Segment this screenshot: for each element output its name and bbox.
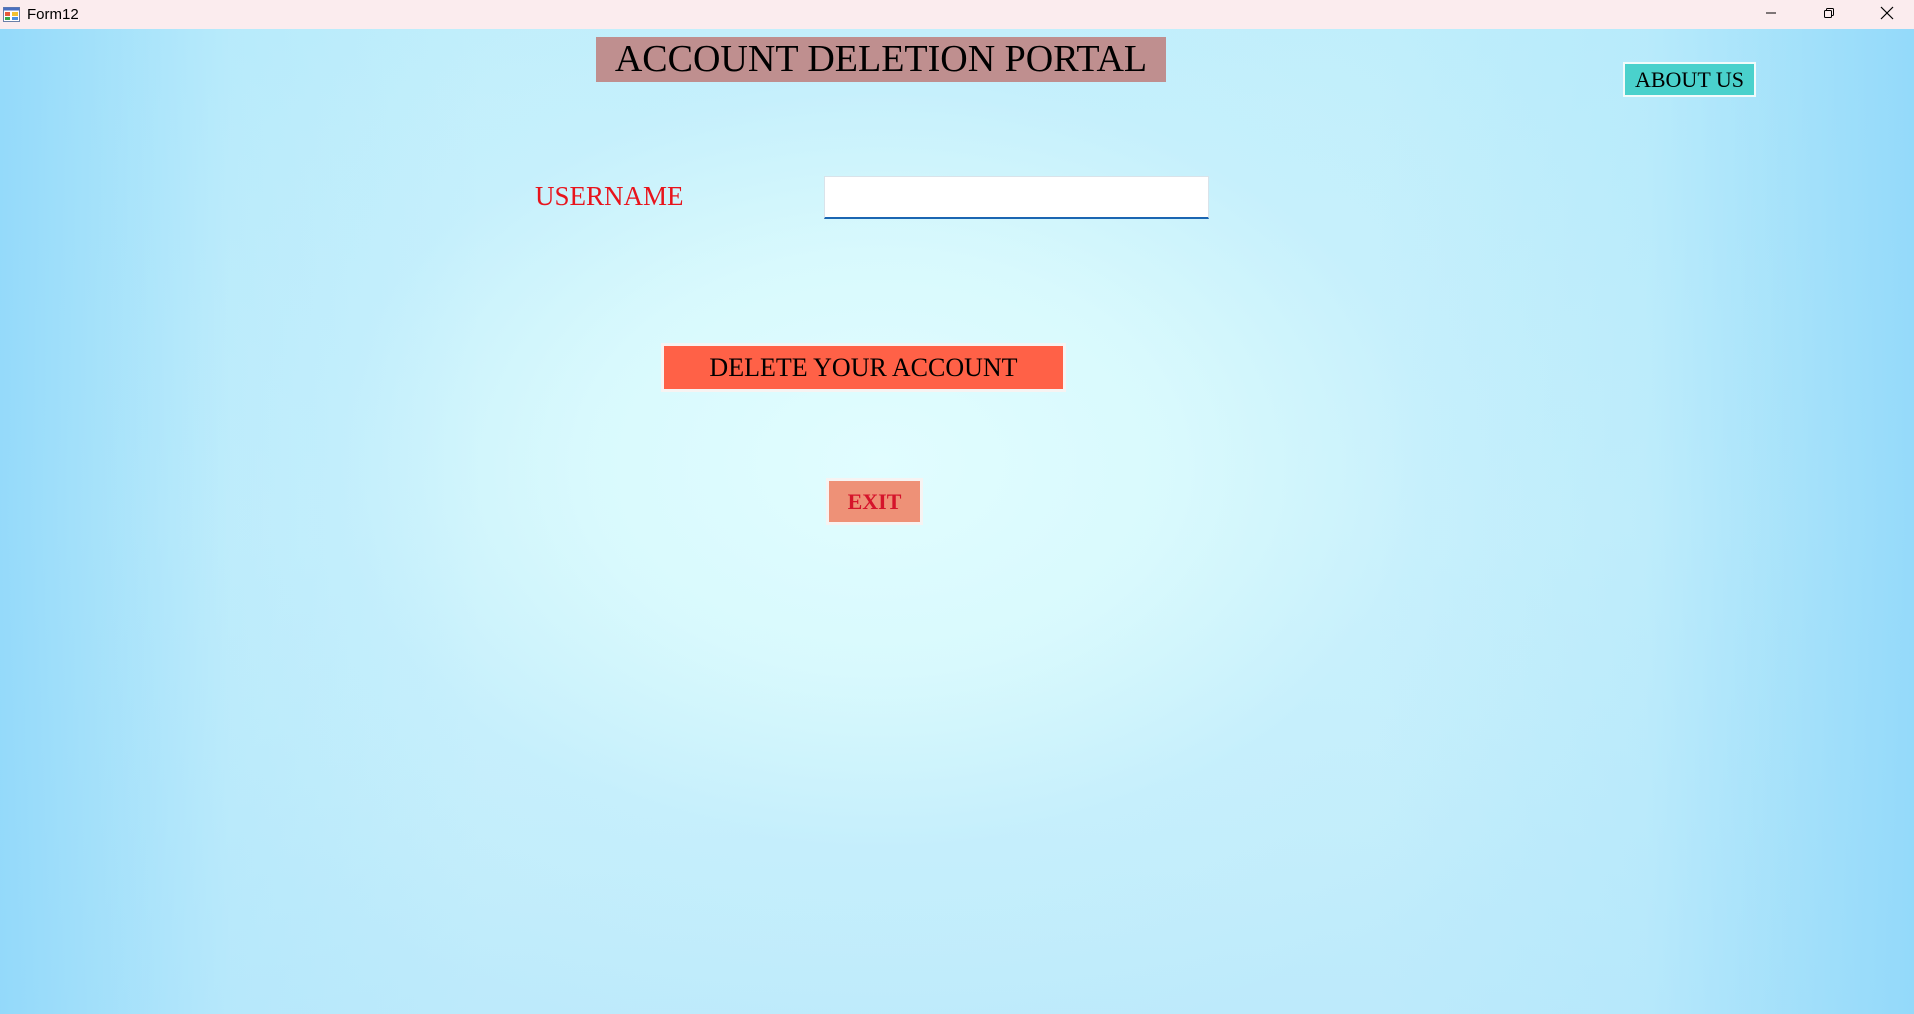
- minimize-button[interactable]: [1742, 0, 1800, 29]
- form-client-area: ACCOUNT DELETION PORTAL ABOUT US USERNAM…: [0, 29, 1914, 1014]
- minimize-icon: [1765, 6, 1777, 23]
- close-icon: [1880, 6, 1894, 24]
- page-title: ACCOUNT DELETION PORTAL: [596, 37, 1166, 82]
- close-button[interactable]: [1858, 0, 1914, 29]
- username-label: USERNAME: [535, 181, 684, 211]
- about-us-button[interactable]: ABOUT US: [1623, 62, 1756, 97]
- title-bar[interactable]: Form12: [0, 0, 1914, 29]
- window-title: Form12: [27, 6, 79, 23]
- exit-button[interactable]: EXIT: [826, 478, 923, 525]
- restore-icon: [1823, 6, 1835, 23]
- delete-account-button[interactable]: DELETE YOUR ACCOUNT: [661, 343, 1066, 392]
- username-input[interactable]: [824, 176, 1209, 219]
- maximize-button[interactable]: [1800, 0, 1858, 29]
- form-window: Form12 ACCOUNT DELETION PORTAL ABOUT US …: [0, 0, 1914, 1014]
- form-app-icon: [3, 6, 20, 23]
